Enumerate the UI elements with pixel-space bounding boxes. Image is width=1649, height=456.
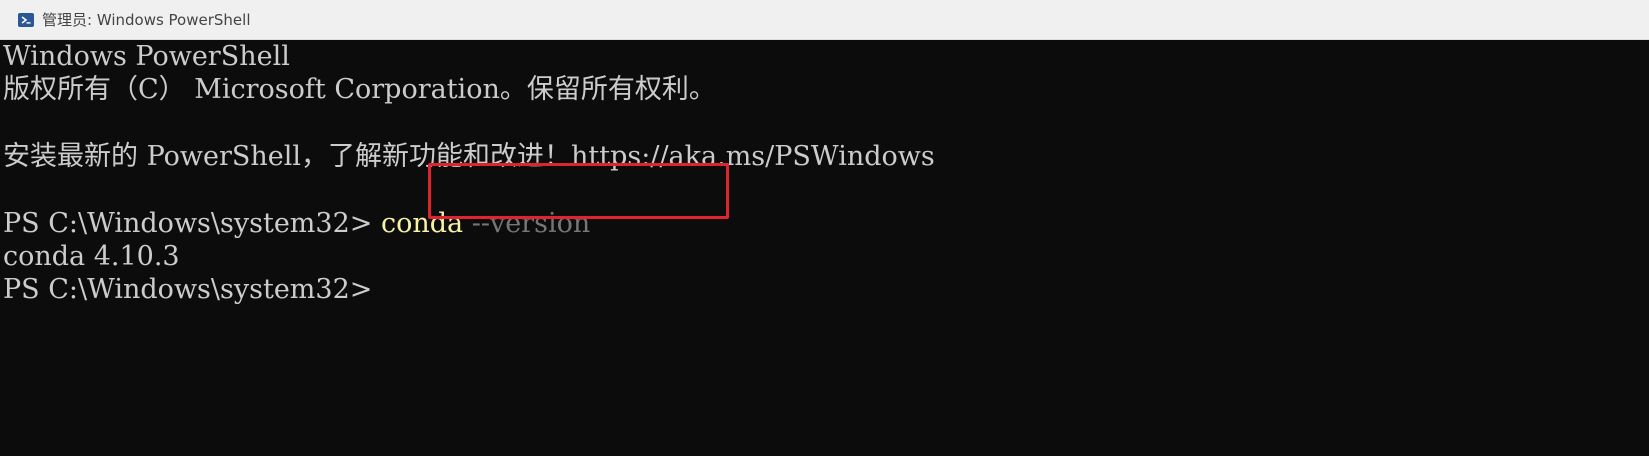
command-highlight-box bbox=[428, 163, 729, 219]
title-bar[interactable]: 管理员: Windows PowerShell bbox=[0, 0, 1649, 40]
console-line-header: Windows PowerShell bbox=[3, 41, 290, 72]
powershell-icon bbox=[18, 12, 34, 27]
console-line-output: conda 4.10.3 bbox=[3, 241, 180, 272]
console-line-prompt: PS C:\Windows\system32> bbox=[3, 274, 373, 305]
powershell-window: 管理员: Windows PowerShell Windows PowerShe… bbox=[0, 0, 1649, 456]
console-area[interactable]: Windows PowerShell 版权所有（C） Microsoft Cor… bbox=[0, 40, 1649, 456]
console-line-copyright: 版权所有（C） Microsoft Corporation。保留所有权利。 bbox=[3, 74, 716, 105]
prompt: PS C:\Windows\system32> bbox=[3, 208, 381, 239]
window-title: 管理员: Windows PowerShell bbox=[42, 11, 251, 29]
